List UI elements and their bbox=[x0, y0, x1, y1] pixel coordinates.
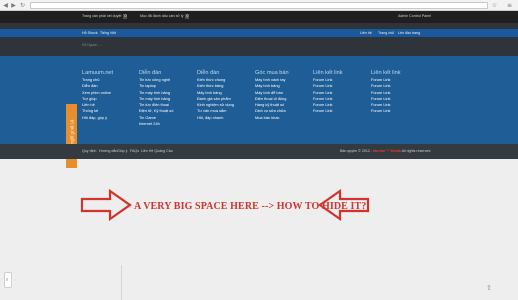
right-arrow-icon bbox=[80, 189, 132, 221]
header-subnav: Hỗ Shock Tiếng Việt Liên hệ Trang chủ Lê… bbox=[0, 29, 518, 37]
reported-items-label: Mục đã đánh dấu cần xử lý bbox=[140, 14, 184, 18]
footer-guide-link[interactable]: Hướng dẫn bbox=[99, 149, 117, 154]
footer-rules-link[interactable]: Quy định bbox=[82, 149, 96, 154]
footer-help-link[interactable]: Giúp ý bbox=[117, 149, 127, 154]
footer-link[interactable]: Hỏi, đáp nhanh bbox=[197, 115, 257, 121]
back-to-top-link[interactable]: Lên đầu trang bbox=[398, 30, 420, 36]
footer-column-title: Góc mua bán bbox=[255, 70, 289, 76]
footer-column-title: Liên kết link bbox=[371, 70, 401, 76]
reported-items-link[interactable]: Mục đã đánh dấu cần xử lý 0 bbox=[140, 14, 190, 19]
moderation-queue-label: Trang cần phải xét duyệt bbox=[82, 14, 122, 18]
home-link[interactable]: Hỗ Shock bbox=[82, 30, 98, 36]
browser-toolbar: ◀ ▶ ↻ ☆ ≡ bbox=[0, 0, 518, 11]
divider bbox=[121, 265, 122, 300]
moderation-count-badge: 0 bbox=[123, 14, 128, 19]
corner-widget[interactable]: ≡ bbox=[4, 272, 12, 288]
back-icon[interactable]: ◀ bbox=[2, 2, 9, 9]
homepage-link[interactable]: Trang chủ bbox=[378, 30, 394, 36]
corner-widget-icon: ≡ bbox=[6, 277, 9, 282]
contact-link[interactable]: Liên hệ bbox=[360, 30, 372, 36]
browser-menu-icon[interactable]: ≡ bbox=[506, 2, 513, 9]
forward-icon[interactable]: ▶ bbox=[10, 2, 17, 9]
footer-column: Diễn đàn Tin tức công nghệ Tin laptop Ti… bbox=[139, 70, 199, 127]
footer-link[interactable]: Forum Link bbox=[313, 108, 373, 114]
moderation-queue-link[interactable]: Trang cần phải xét duyệt 0 bbox=[82, 14, 128, 19]
copyright-text: Bản quyền © 2012 - bbox=[340, 149, 373, 153]
footer-link[interactable]: Mua bán khác bbox=[255, 115, 315, 121]
rights-text: All rights reserved bbox=[401, 149, 431, 153]
footer-column: Liên kết link Forum Link Forum Link Foru… bbox=[313, 70, 373, 115]
footer-link[interactable]: Hỏi đáp, góp ý bbox=[82, 115, 142, 121]
footer-navigation: Lamuum.net Trang chủ Diễn đàn Xem phim o… bbox=[0, 56, 518, 144]
bookmark-star-icon[interactable]: ☆ bbox=[491, 2, 498, 9]
footer-column-title: Lamuum.net bbox=[82, 70, 114, 76]
reported-count-badge: 0 bbox=[185, 14, 190, 19]
footer-column-title: Diễn đàn bbox=[197, 70, 220, 76]
footer-link[interactable]: Forum Link bbox=[371, 108, 431, 114]
footer-faq-link[interactable]: FAQs bbox=[130, 149, 139, 154]
copyright-notice: Bản quyền © 2012 - Mortan ™ Media All ri… bbox=[340, 149, 430, 154]
address-bar[interactable] bbox=[30, 2, 488, 9]
admin-control-panel-link[interactable]: Admin Control Panel bbox=[398, 14, 431, 19]
breadcrumb[interactable]: Hỗ Nguồn - ... bbox=[82, 43, 103, 47]
admin-topbar: Trang cần phải xét duyệt 0 Mục đã đánh dấ… bbox=[0, 11, 518, 23]
footer-column: Liên kết link Forum Link Forum Link Foru… bbox=[371, 70, 431, 115]
footer-column: Diễn đàn Kiến thức chung Kiến thức bảng … bbox=[197, 70, 257, 121]
annotation-text: A VERY BIG SPACE HERE --> HOW TO HIDE IT… bbox=[134, 201, 367, 212]
footer-advertising-link[interactable]: Liên Hệ Quảng Cáo bbox=[141, 149, 173, 154]
footer-column-title: Diễn đàn bbox=[139, 70, 162, 76]
footer-column: Lamuum.net Trang chủ Diễn đàn Xem phim o… bbox=[82, 70, 142, 121]
footer-column: Góc mua bán Máy tính xách tay Máy tính b… bbox=[255, 70, 315, 121]
scroll-top-icon[interactable]: ⇧ bbox=[486, 284, 492, 292]
language-link[interactable]: Tiếng Việt bbox=[100, 30, 116, 36]
reload-icon[interactable]: ↻ bbox=[19, 2, 26, 9]
brand-name[interactable]: Mortan ™ Media bbox=[373, 149, 401, 153]
footer-bottom-bar: Quy định Hướng dẫn Giúp ý FAQs Liên Hệ Q… bbox=[0, 144, 518, 159]
footer-link[interactable]: Internet 24h bbox=[139, 121, 199, 127]
footer-column-title: Liên kết link bbox=[313, 70, 343, 76]
